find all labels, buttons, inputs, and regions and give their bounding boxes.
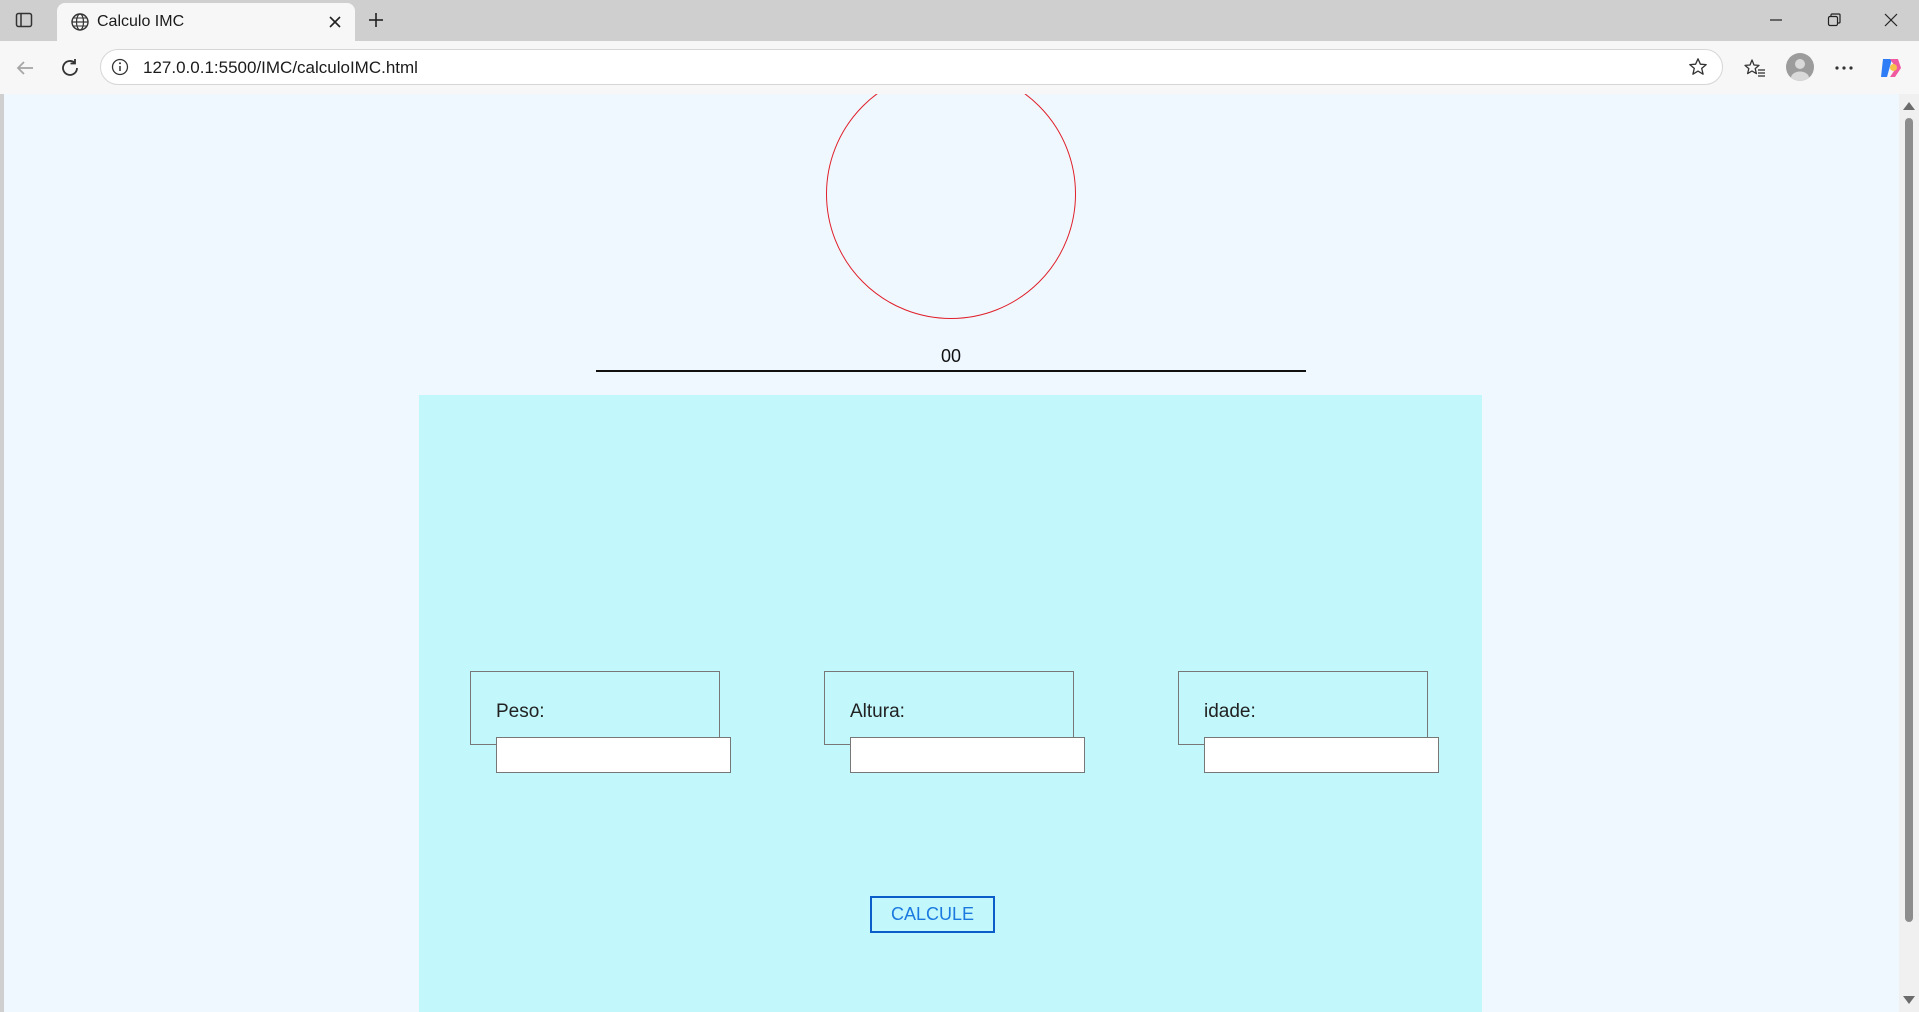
idade-label: idade: (1204, 701, 1256, 722)
idade-input[interactable] (1204, 737, 1439, 773)
imc-result: 00 (596, 346, 1306, 372)
peso-input[interactable] (496, 737, 731, 773)
form-panel: Peso: Altura: idade: CALCULE (419, 395, 1482, 1012)
close-icon[interactable] (325, 12, 345, 32)
scroll-down-icon[interactable] (1903, 996, 1915, 1004)
result-circle (826, 94, 1076, 319)
browser-toolbar: 127.0.0.1:5500/IMC/calculoIMC.html (0, 41, 1919, 94)
star-icon[interactable] (1688, 57, 1708, 77)
address-bar[interactable]: 127.0.0.1:5500/IMC/calculoIMC.html (100, 49, 1723, 85)
minimize-icon[interactable] (1756, 8, 1796, 32)
url-text[interactable]: 127.0.0.1:5500/IMC/calculoIMC.html (143, 58, 418, 78)
info-icon[interactable] (111, 58, 129, 76)
scrollbar-thumb[interactable] (1905, 118, 1913, 922)
plus-icon[interactable] (364, 8, 388, 32)
globe-icon (70, 12, 90, 32)
peso-label: Peso: (496, 701, 545, 722)
restore-icon[interactable] (1814, 8, 1854, 32)
tab-strip: Calculo IMC (0, 0, 1919, 41)
more-icon[interactable] (1829, 53, 1859, 83)
back-icon[interactable] (10, 53, 40, 83)
tab-title: Calculo IMC (97, 13, 185, 30)
profile-icon[interactable] (1786, 53, 1814, 81)
window-close-icon[interactable] (1871, 8, 1911, 32)
altura-label: Altura: (850, 701, 905, 722)
reload-icon[interactable] (55, 53, 85, 83)
calcule-button[interactable]: CALCULE (870, 896, 995, 933)
altura-input[interactable] (850, 737, 1085, 773)
page-viewport: 00 Peso: Altura: idade: CALCULE (4, 94, 1899, 1012)
scroll-up-icon[interactable] (1903, 102, 1915, 110)
page-scrollbar[interactable] (1899, 94, 1919, 1012)
favorites-icon[interactable] (1740, 53, 1770, 83)
copilot-icon[interactable] (1876, 53, 1906, 83)
sidebar-icon[interactable] (12, 8, 36, 32)
browser-tab[interactable]: Calculo IMC (57, 3, 355, 41)
